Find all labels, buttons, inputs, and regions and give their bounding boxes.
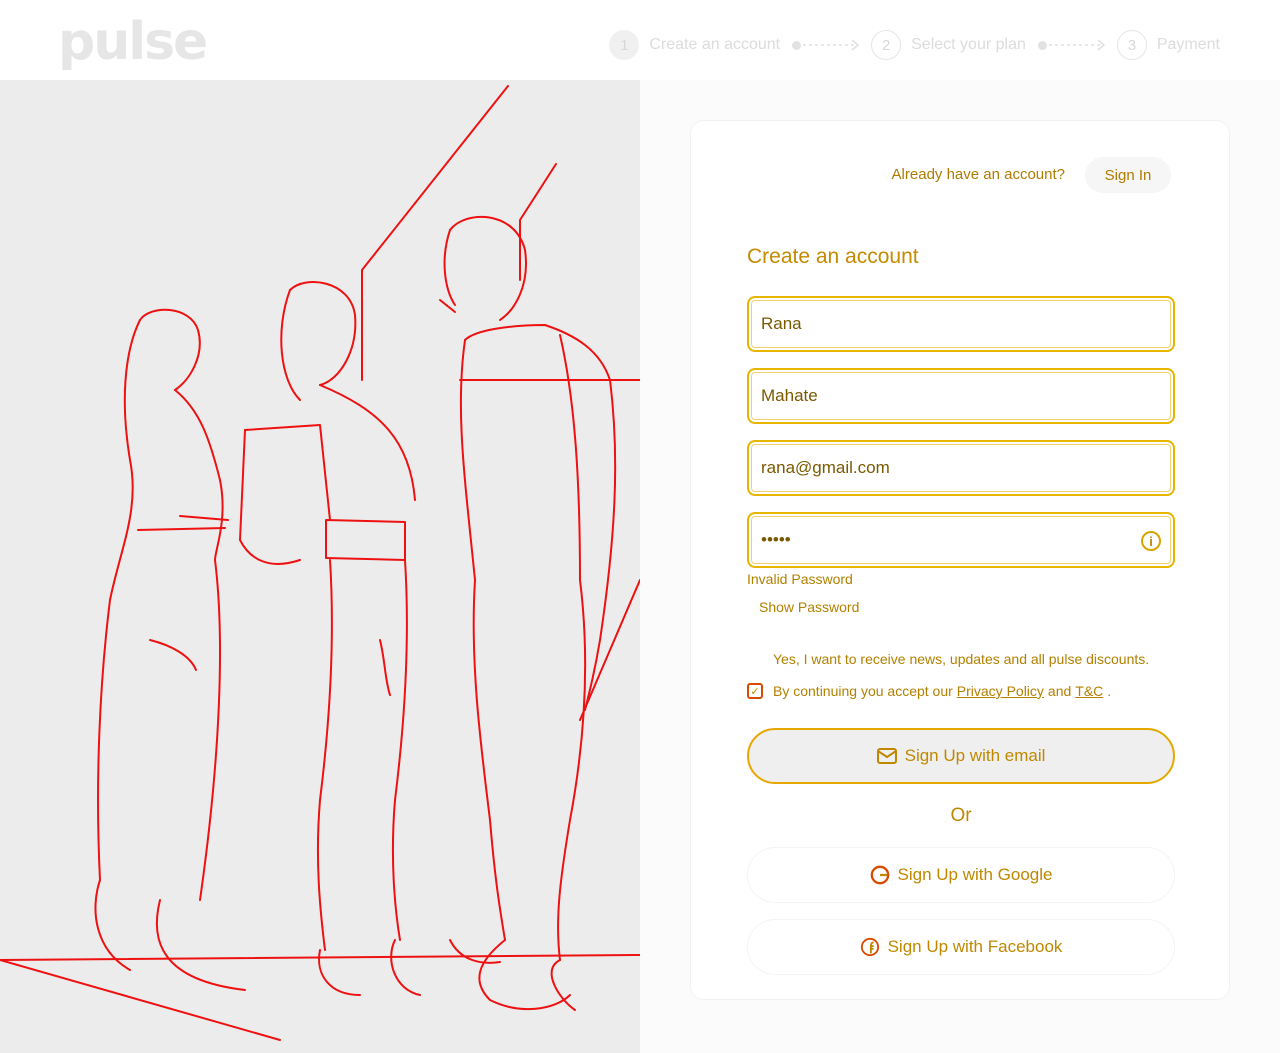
pulse-logo[interactable]: pulse bbox=[58, 10, 208, 74]
first-name-field-wrapper bbox=[747, 296, 1175, 352]
signup-panel: Already have an account? Sign In Create … bbox=[640, 80, 1280, 1053]
envelope-icon bbox=[876, 746, 897, 766]
sign-up-google-button[interactable]: Sign Up with Google bbox=[747, 847, 1175, 903]
facebook-icon bbox=[860, 937, 880, 957]
password-field-wrapper: i bbox=[747, 512, 1175, 568]
newsletter-label: Yes, I want to receive news, updates and… bbox=[773, 651, 1150, 667]
form-title: Create an account bbox=[747, 245, 919, 268]
step-number: 3 bbox=[1116, 30, 1147, 60]
newsletter-row: Yes, I want to receive news, updates and… bbox=[747, 651, 1187, 667]
already-have-account-text: Already have an account? bbox=[891, 166, 1065, 183]
tc-link[interactable]: T&C bbox=[1075, 683, 1103, 699]
show-password-toggle[interactable]: Show Password bbox=[759, 599, 859, 615]
password-input[interactable] bbox=[749, 514, 1173, 566]
sign-in-button[interactable]: Sign In bbox=[1085, 157, 1171, 193]
step-label: Payment bbox=[1156, 36, 1220, 53]
or-divider: Or bbox=[950, 805, 972, 826]
step-label: Create an account bbox=[649, 36, 781, 53]
signup-stepper: 1 Create an account 2 Select your plan 3… bbox=[609, 29, 1220, 61]
sign-up-google-label: Sign Up with Google bbox=[897, 865, 1053, 884]
people-illustration bbox=[0, 85, 640, 1041]
google-icon bbox=[870, 865, 890, 885]
terms-row: ✓ By continuing you accept our Privacy P… bbox=[747, 683, 1187, 699]
step-select-plan: 2 Select your plan bbox=[871, 30, 1026, 60]
first-name-input[interactable] bbox=[749, 298, 1173, 350]
privacy-policy-link[interactable]: Privacy Policy bbox=[957, 683, 1044, 699]
sign-up-email-label: Sign Up with email bbox=[904, 746, 1046, 765]
email-input[interactable] bbox=[749, 442, 1173, 494]
terms-checkbox[interactable]: ✓ bbox=[747, 683, 763, 699]
terms-and-text: and bbox=[1047, 683, 1072, 699]
terms-suffix: . bbox=[1107, 683, 1112, 699]
newsletter-checkbox[interactable] bbox=[747, 651, 763, 667]
top-header: pulse 1 Create an account 2 Select your … bbox=[0, 0, 1280, 80]
step-connector-arrow-icon bbox=[792, 38, 863, 52]
last-name-field-wrapper bbox=[747, 368, 1175, 424]
sign-up-email-button[interactable]: Sign Up with email bbox=[747, 728, 1175, 784]
password-error-text: Invalid Password bbox=[747, 571, 853, 587]
last-name-input[interactable] bbox=[749, 370, 1173, 422]
step-create-account: 1 Create an account bbox=[609, 30, 780, 60]
info-icon[interactable]: i bbox=[1141, 531, 1161, 551]
email-field-wrapper bbox=[747, 440, 1175, 496]
hero-photo bbox=[0, 80, 640, 1053]
step-number: 1 bbox=[609, 30, 640, 60]
signin-row: Already have an account? Sign In bbox=[691, 157, 1231, 193]
step-label: Select your plan bbox=[911, 36, 1026, 53]
sign-up-facebook-label: Sign Up with Facebook bbox=[887, 937, 1063, 956]
step-number: 2 bbox=[871, 30, 902, 60]
sign-up-facebook-button[interactable]: Sign Up with Facebook bbox=[747, 919, 1175, 975]
terms-prefix: By continuing you accept our bbox=[773, 683, 953, 699]
signup-card: Already have an account? Sign In Create … bbox=[690, 120, 1230, 1000]
step-payment: 3 Payment bbox=[1116, 30, 1220, 60]
step-connector-arrow-icon bbox=[1037, 38, 1109, 52]
